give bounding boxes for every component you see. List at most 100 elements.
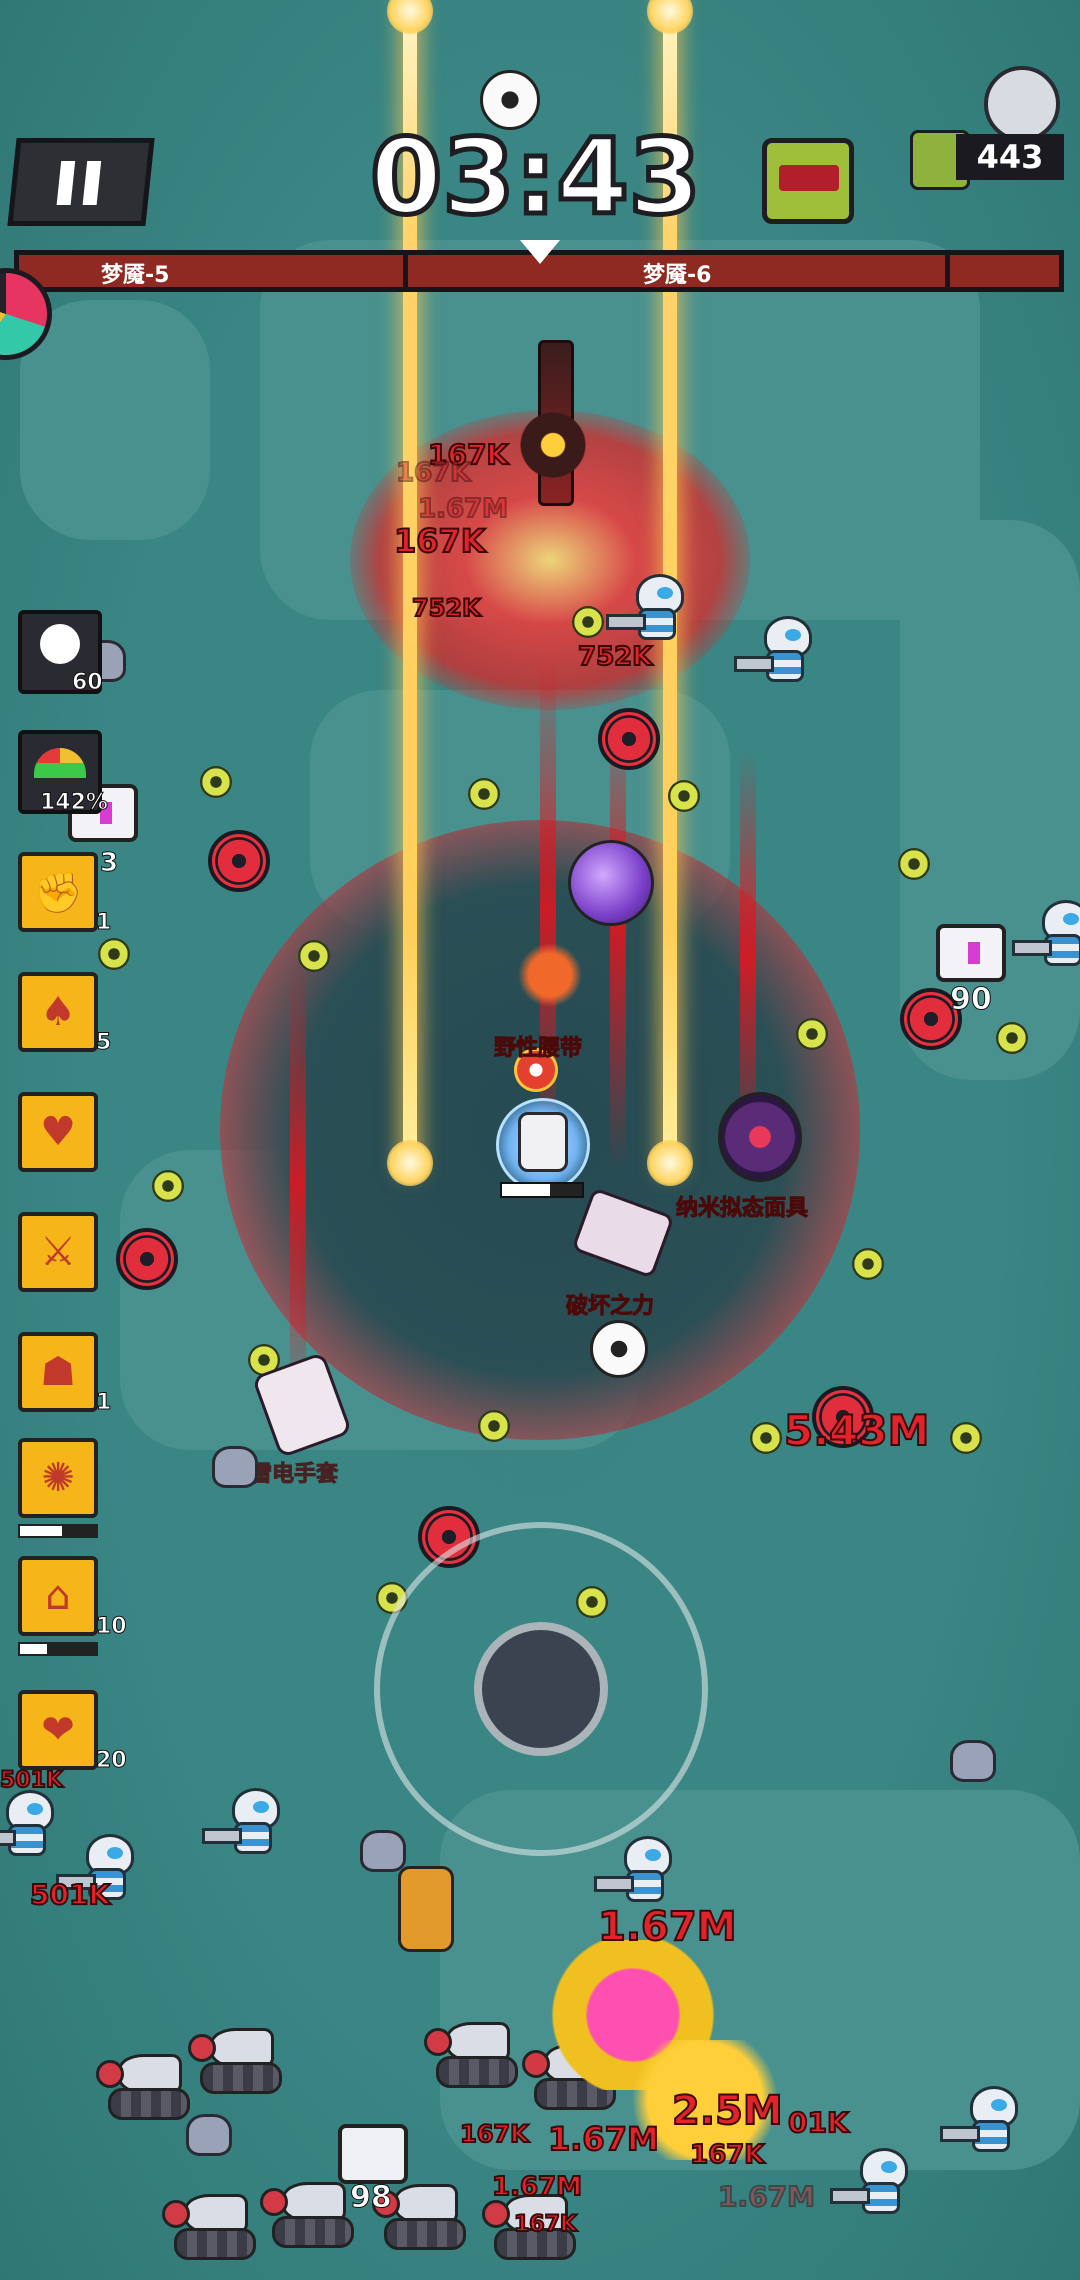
exp-coin [478,1410,510,1442]
skill-count: 10 [96,1614,128,1640]
exp-coin [950,1422,982,1454]
laser-origin [647,0,693,34]
game-timer: 03:43 [368,114,704,241]
treasure-chest-icon[interactable] [984,66,1060,142]
exp-coin [796,1018,828,1050]
skill-count: 20 [96,1748,128,1774]
damage-number: 752K [577,641,653,673]
chest-count-right: 90 [950,982,993,1018]
tank-enemy [424,2018,518,2088]
spinning-saw [598,708,660,770]
skill-slot-6[interactable]: ✺ [18,1438,98,1518]
exp-coin [750,1422,782,1454]
red-ray [290,960,306,1410]
fire-fist-icon: ✊ [33,869,83,916]
cat-enemy [360,1830,406,1872]
chest-count-left: 3 [99,848,119,879]
skill-cooldown-bar [18,1642,98,1656]
exp-coin [852,1248,884,1280]
robot-enemy [734,616,812,690]
tank-enemy [372,2180,466,2250]
damage-number: 1.67M [417,493,509,525]
treasure-chest[interactable] [936,924,1006,982]
skill-slot-2[interactable]: ♠ [18,972,98,1052]
skill-slot-3[interactable]: ♥ [18,1092,98,1172]
soccer-ball-projectile [590,1320,648,1378]
damage-number: 752K [411,593,482,623]
robot-enemy [830,2148,908,2222]
skill-slot-7[interactable]: ⌂ [18,1556,98,1636]
player-character [518,1112,568,1172]
player-hp-bar [500,1182,584,1198]
damage-number: 1.67M [717,2179,816,2214]
cat-enemy [950,1740,996,1782]
damage-number: 167K [395,457,471,489]
robot-enemy [940,2086,1018,2160]
exp-coin [200,766,232,798]
heart-shield-icon: ♥ [40,1109,76,1155]
skill-slot-4[interactable]: ⚔ [18,1212,98,1292]
item-label-power: 破坏之力 [565,1294,655,1320]
nano-mask-item-icon [718,1092,802,1182]
robot-enemy [594,1836,672,1910]
pause-button[interactable] [7,138,155,226]
skill-slot-1[interactable]: ✊ [18,852,98,932]
laser-impact [387,1140,433,1186]
belt-item-icon [510,940,590,1010]
item-label-belt: 野性腰带 [493,1036,583,1062]
exp-coin [572,606,604,638]
exp-coin [898,848,930,880]
damage-number: 5.43M [783,1405,930,1456]
damage-number: 501K [0,1767,64,1794]
skill-slot-5[interactable]: ☗ [18,1332,98,1412]
sword-icon: ⚔ [40,1229,76,1275]
wave-label-right: 梦魇-6 [643,263,712,288]
skull-count: 60 [72,670,104,696]
angry-robot-boss-icon [762,138,854,224]
skill-count: 1 [95,910,112,936]
tank-enemy [96,2050,190,2120]
damage-number: 167K [459,2119,530,2149]
wave-divider [403,255,408,287]
hooded-figure-icon: ☗ [40,1349,76,1395]
skill-slot-8[interactable]: ❤ [18,1690,98,1770]
spinning-saw [116,1228,178,1290]
playing-card-icon: ♠ [40,989,76,1035]
cat-enemy [212,1446,258,1488]
exp-coin [152,1170,184,1202]
robot-enemy [606,574,684,648]
item-label-glove: 雷电手套 [249,1462,339,1488]
exp-coin [98,938,130,970]
cat-enemy [186,2114,232,2156]
robot-enemy [0,1790,54,1864]
robot-enemy [202,1788,280,1862]
laser-impact [647,1140,693,1186]
exp-coin [468,778,500,810]
skill-count: 5 [95,1030,112,1056]
game-playfield[interactable]: 野性腰带 纳米拟态面具 破坏之力 雷电手套 3 90 98 167K 167K … [0,0,1080,2280]
robot-enemy [1012,900,1080,974]
damage-number: 01K [787,2105,850,2140]
damage-number: 1.67M [597,1903,737,1951]
floor-tile [20,300,210,540]
wave-label-left: 梦魇-5 [101,263,170,288]
damage-number: 167K [689,2139,765,2171]
virtual-joystick-knob[interactable] [474,1622,608,1756]
sword-gear [508,400,598,490]
eye-heart-icon: ❤ [41,1707,75,1753]
purple-orb-item-icon [568,840,654,926]
turret-chest[interactable] [338,2124,408,2184]
red-ray [540,650,556,1170]
pause-icon-bar [82,161,102,205]
explosion-clock-icon: ✺ [41,1455,75,1501]
hardhat-enemy [398,1866,454,1952]
tank-enemy [162,2190,256,2260]
damage-number: 2.5M [671,2087,784,2135]
exp-coin [298,940,330,972]
tank-enemy [260,2178,354,2248]
chest-count-bottom: 98 [350,2180,393,2216]
spinning-saw [208,830,270,892]
tank-enemy [188,2024,282,2094]
kill-count: 443 [956,134,1064,180]
damage-number: 167K [513,2211,578,2238]
